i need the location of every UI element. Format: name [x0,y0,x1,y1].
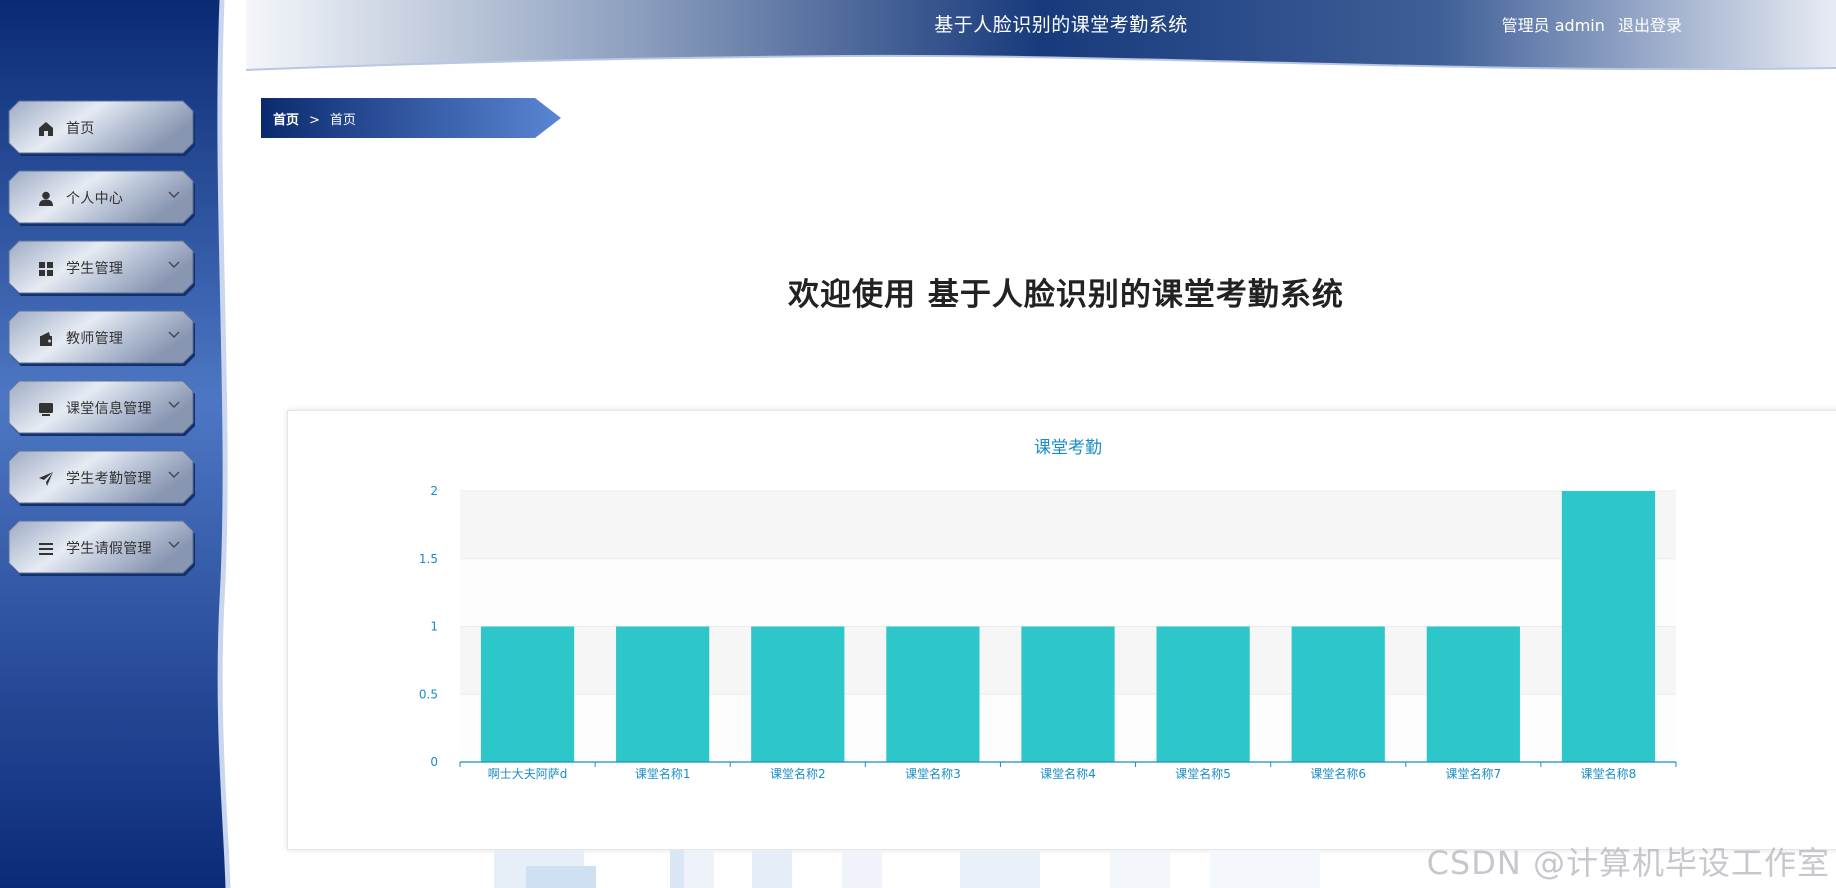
sidebar-item-class-info-mgmt[interactable]: 课堂信息管理 [7,380,195,436]
chart-bar[interactable] [1021,626,1115,763]
chart-bar[interactable] [616,626,710,763]
monitor-icon [39,403,53,416]
chart-band [460,558,1676,627]
breadcrumb-home-link[interactable]: 首页 [273,113,299,128]
sidebar-item-label: 课堂信息管理 [66,401,152,417]
breadcrumb-current: 首页 [329,113,356,128]
current-user-label: 管理员 admin [1501,16,1605,35]
chart-bar[interactable] [1291,626,1385,763]
x-tick-label: 课堂名称8 [1581,766,1637,781]
chevron-down-icon [168,401,180,408]
menu-button-shape [8,100,195,156]
sidebar-item-label: 学生管理 [66,261,124,277]
watermark: CSDN @计算机毕设工作室 [1426,844,1830,882]
chart-bar[interactable] [1561,491,1656,762]
x-tick-label: 啊士大夫阿萨d [488,767,568,781]
sidebar-item-teacher-mgmt[interactable]: 教师管理 [7,310,195,366]
x-tick-label: 课堂名称5 [1175,766,1231,781]
y-tick-label: 0.5 [419,687,438,701]
grid-icon [39,262,53,276]
wallet-icon [40,332,52,346]
sidebar-item-label: 个人中心 [66,191,124,207]
y-tick-label: 1 [430,620,438,634]
chart-bar[interactable] [751,626,845,763]
chart-bar[interactable] [1156,626,1250,763]
y-tick-label: 2 [430,484,438,498]
chart-band [460,491,1676,559]
logout-link[interactable]: 退出登录 [1618,16,1682,35]
x-tick-label: 课堂名称6 [1310,766,1366,781]
top-header: 基于人脸识别的课堂考勤系统 管理员 admin 退出登录 [246,0,1836,80]
chart-bar[interactable] [480,626,575,763]
attendance-bar-chart: 0 0.5 1 1.5 2 啊士大夫阿萨d 课堂名称1 课堂名称2 课堂名称3 课堂名称4 课堂名称… [419,484,1677,781]
sidebar-item-label: 教师管理 [66,331,124,347]
chart-bar[interactable] [1426,626,1520,763]
sidebar-item-label: 首页 [66,121,95,137]
sidebar-item-home[interactable]: 首页 [7,100,195,156]
sidebar: 首页个人中心学生管理教师管理课堂信息管理 学生考勤管理 学生请假管理 [0,0,232,888]
chevron-down-icon [168,471,180,478]
x-tick-label: 课堂名称2 [770,766,826,781]
breadcrumb: 首页 > 首页 [261,98,561,138]
sidebar-item-student-attendance-mgmt[interactable]: 学生考勤管理 [7,450,195,506]
paper-plane-icon [39,472,53,486]
home-icon [39,122,53,136]
chevron-down-icon [168,191,180,198]
user-area: 管理员 admin 退出登录 [1494,12,1682,36]
sidebar-item-personal-center[interactable]: 个人中心 [7,170,195,226]
chart-bar[interactable] [886,626,980,763]
person-icon [39,191,53,206]
chevron-down-icon [168,261,180,268]
x-tick-label: 课堂名称7 [1446,766,1502,781]
y-tick-label: 1.5 [419,552,438,566]
list-icon [39,543,53,555]
x-tick-label: 课堂名称4 [1040,766,1096,781]
sidebar-item-student-mgmt[interactable]: 学生管理 [7,240,195,296]
app-root: 首页个人中心学生管理教师管理课堂信息管理 学生考勤管理 学生请假管理 基于人脸识别的… [0,0,1836,888]
x-tick-label: 课堂名称3 [905,766,961,781]
sidebar-item-student-leave-mgmt[interactable]: 学生请假管理 [7,520,195,576]
decorative-blocks [494,850,1320,888]
breadcrumb-separator: > [309,113,320,128]
welcome-heading: 欢迎使用 基于人脸识别的课堂考勤系统 [788,277,1344,313]
sidebar-item-label: 学生请假管理 [66,541,152,557]
attendance-chart-card: 课堂考勤 0 0.5 1 1.5 2 啊士大夫阿萨d 课堂名称1 课堂名称2 课堂名称3 课堂名称… [287,410,1836,850]
chevron-down-icon [168,331,180,338]
y-tick-label: 0 [430,755,438,769]
chevron-down-icon [168,541,180,548]
sidebar-item-label: 学生考勤管理 [66,471,152,487]
x-tick-label: 课堂名称1 [635,766,691,781]
